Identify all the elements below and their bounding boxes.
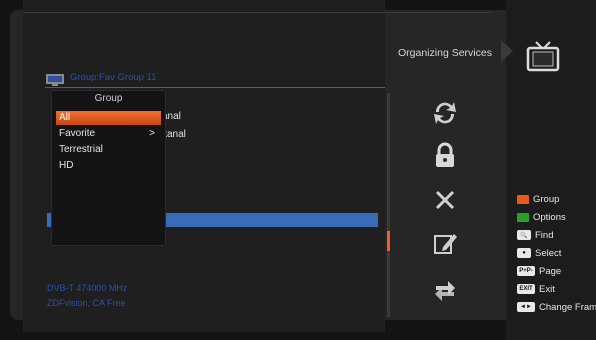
legend-label: Page bbox=[539, 265, 562, 277]
delete-icon[interactable] bbox=[430, 185, 460, 215]
channel-info: ZDFvision, CA Free bbox=[47, 298, 126, 308]
menu-item-hd[interactable]: HD bbox=[56, 159, 161, 173]
lock-icon[interactable] bbox=[430, 140, 460, 170]
legend-label: Exit bbox=[539, 283, 555, 295]
sync-icon[interactable] bbox=[430, 98, 460, 128]
page-key-icon: P+P- bbox=[517, 266, 535, 276]
section-title: Organizing Services bbox=[398, 47, 492, 59]
legend-label: Select bbox=[535, 247, 562, 259]
scrollbar-thumb[interactable] bbox=[387, 231, 390, 251]
menu-item-favorite[interactable]: Favorite > bbox=[56, 127, 161, 141]
green-key-icon bbox=[517, 212, 529, 222]
legend-options: Options bbox=[517, 210, 566, 224]
legend-find: 🔍 Find bbox=[517, 228, 553, 242]
ok-key-icon: ● bbox=[517, 248, 531, 258]
legend-label: Group bbox=[533, 193, 560, 205]
menu-item-label: Terrestrial bbox=[59, 144, 103, 155]
exit-key-icon: EXIT bbox=[517, 284, 535, 294]
legend-change-frame: ◄► Change Fram bbox=[517, 300, 596, 314]
group-menu-title: Group bbox=[94, 93, 123, 104]
tv-icon bbox=[526, 41, 560, 72]
menu-item-terrestrial[interactable]: Terrestrial bbox=[56, 143, 161, 157]
frequency-info: DVB-T 474000 MHz bbox=[47, 283, 128, 293]
menu-item-all[interactable]: All bbox=[56, 111, 161, 125]
header-underline bbox=[45, 87, 385, 88]
scrollbar[interactable] bbox=[387, 93, 390, 317]
legend-label: Find bbox=[535, 229, 554, 241]
menu-item-label: HD bbox=[59, 160, 74, 171]
find-key-icon: 🔍 bbox=[517, 230, 531, 240]
legend-select: ● Select bbox=[517, 246, 561, 260]
legend-label: Options bbox=[533, 211, 566, 223]
legend-page: P+P- Page bbox=[517, 264, 561, 278]
menu-item-label: Favorite bbox=[59, 128, 96, 139]
legend-exit: EXIT Exit bbox=[517, 282, 555, 296]
edit-icon[interactable] bbox=[430, 228, 460, 258]
top-divider bbox=[23, 12, 493, 13]
group-menu: Group All Favorite > Terrestrial HD bbox=[51, 90, 166, 246]
monitor-icon bbox=[46, 74, 64, 86]
legend-label: Change Fram bbox=[539, 301, 596, 313]
chevron-right-icon: > bbox=[149, 128, 155, 139]
move-icon[interactable] bbox=[430, 276, 460, 306]
arrows-key-icon: ◄► bbox=[517, 302, 535, 312]
group-label: Group:Fav Group 11 bbox=[70, 72, 157, 83]
menu-item-label: All bbox=[59, 112, 71, 123]
red-key-icon bbox=[517, 194, 529, 204]
legend-group: Group bbox=[517, 192, 559, 206]
chevron-right-icon bbox=[501, 40, 513, 62]
